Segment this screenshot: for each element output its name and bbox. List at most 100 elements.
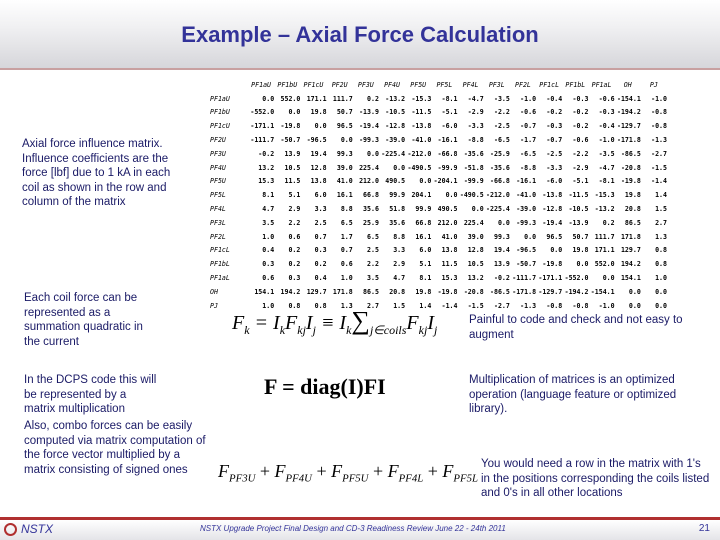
matrix-cell: -13.8 [411,122,432,131]
matrix-col-header: PF3U [357,80,374,89]
matrix-row-label: PF4U [210,163,226,172]
matrix-cell: 0.0 [628,287,641,296]
matrix-cell: 0.3 [262,260,275,269]
matrix-cell: 171.1 [306,94,327,103]
matrix-cell: 86.5 [624,218,641,227]
matrix-cell: 10.5 [284,163,301,172]
matrix-cell: 0.3 [314,246,327,255]
matrix-cell: -0.4 [546,94,563,103]
matrix-cell: 0.6 [288,232,301,241]
footer-text: NSTX Upgrade Project Final Design and CD… [200,524,506,533]
matrix-col-header: PF1bU [277,80,298,89]
matrix-row: PF2U -111.7 -50.7 -96.5 0.0 -99.3 -39.0 -41.0 -1… [210,133,667,147]
matrix-cell: -1.0 [598,301,615,310]
slide-title: Example – Axial Force Calculation [181,22,539,47]
matrix-cell: -194.2 [616,108,641,117]
matrix-cell: 0.0 [419,177,432,186]
matrix-cell: -490.5 [459,191,484,200]
matrix-row-label: PF5U [210,177,226,186]
matrix-cell: 0.2 [602,218,615,227]
matrix-cell: -41.0 [516,191,537,200]
matrix-cell: 0.0 [471,205,484,214]
matrix-cell: 13.2 [467,274,484,283]
matrix-row-label: PF1cU [210,122,230,131]
matrix-cell: 0.7 [314,232,327,241]
matrix-cell: 3.5 [367,274,379,283]
nstx-logo: NSTX [4,522,53,536]
matrix-col-header: PF5L [436,80,453,89]
matrix-col-header: PF1bL [565,80,586,89]
matrix-cell: -225.4 [486,205,510,214]
matrix-col-header: PF1aL [591,80,612,89]
matrix-cell: 0.7 [340,246,353,255]
matrix-cell: -0.2 [493,274,510,283]
matrix-cell: -99.3 [359,136,379,145]
matrix-cell: -16.1 [437,136,458,145]
matrix-cell: -0.8 [651,108,667,117]
matrix-cell: 10.5 [467,260,484,269]
matrix-cell: 2.9 [288,205,301,214]
matrix-cell: 39.0 [336,163,353,172]
matrix-cell: 154.1 [620,274,641,283]
matrix-cell: 129.7 [620,246,641,255]
matrix-row-label: PF1aL [210,274,230,283]
matrix-cell: -35.6 [463,149,484,158]
matrix-cell: 13.8 [310,177,327,186]
plus-sign: + [311,461,332,481]
matrix-cell: -16.1 [516,177,537,186]
matrix-cell: -1.0 [520,94,537,103]
matrix-cell: -171.8 [512,287,537,296]
matrix-cell: 19.4 [310,149,327,158]
matrix-cell: -552.0 [250,108,275,117]
matrix-cell: -194.2 [564,287,589,296]
matrix-cell: -20.8 [620,163,641,172]
matrix-cell: 13.9 [284,149,301,158]
matrix-cell: -154.1 [616,94,641,103]
matrix-cell: -6.5 [493,136,510,145]
combo-term-subscript: PF4L [398,472,424,485]
matrix-cell: 6.0 [314,191,327,200]
matrix-row-label: PF1bL [210,260,230,269]
matrix-cell: 2.2 [288,218,301,227]
matrix-cell: 99.9 [415,205,432,214]
matrix-cell: -0.6 [520,108,537,117]
influence-matrix: PF1aU PF1bU PF1cU PF2U PF3U PF4U PF5U PF5L PF4L P… [210,78,667,313]
matrix-row-label: PF5L [210,191,226,200]
matrix-cell: -0.2 [546,108,563,117]
matrix-cell: -19.8 [542,260,563,269]
matrix-cell: 15.3 [258,177,275,186]
matrix-cell: 0.6 [262,274,275,283]
matrix-cell: 5.1 [288,191,301,200]
matrix-row: PF4U 13.2 10.5 12.8 39.0 225.4 0.0 -490.5 -99.9-… [210,161,667,175]
matrix-cell: -1.3 [651,136,667,145]
matrix-cell: 0.0 [262,94,275,103]
matrix-cell: 39.0 [467,232,484,241]
matrix-cell: -51.8 [463,163,484,172]
matrix-cell: 15.3 [441,274,458,283]
matrix-cell: -1.5 [651,163,667,172]
matrix-cell: -13.2 [594,205,615,214]
matrix-cell: -6.0 [546,177,563,186]
matrix-cell: 0.2 [314,260,327,269]
matrix-cell: 2.7 [655,218,667,227]
matrix-cell: 6.5 [340,218,353,227]
matrix-cell: -3.3 [546,163,563,172]
matrix-cell: -8.8 [520,163,537,172]
matrix-cell: -19.4 [542,218,563,227]
matrix-cell: -0.6 [598,94,615,103]
matrix-row: PF2L 1.0 0.6 0.7 1.7 6.5 8.8 16.1 41.0 39.0 99.3 0.… [210,230,667,244]
matrix-cell: -212.0 [486,191,510,200]
matrix-cell: -111.7 [250,136,275,145]
matrix-cell: 99.9 [389,191,406,200]
matrix-cell: 13.2 [258,163,275,172]
matrix-cell: 13.9 [493,260,510,269]
matrix-cell: 0.8 [655,260,667,269]
matrix-cell: 19.8 [415,287,432,296]
matrix-row: PF1aL 0.6 0.3 0.4 1.0 3.5 4.7 8.1 15.3 13.2 -0.2 -1… [210,271,667,285]
matrix-cell: 490.5 [385,177,406,186]
matrix-cell: 1.0 [262,232,275,241]
matrix-cell: 0.4 [262,246,275,255]
matrix-cell: -99.9 [463,177,484,186]
matrix-cell: 3.3 [314,205,327,214]
matrix-cell: -15.3 [411,94,432,103]
